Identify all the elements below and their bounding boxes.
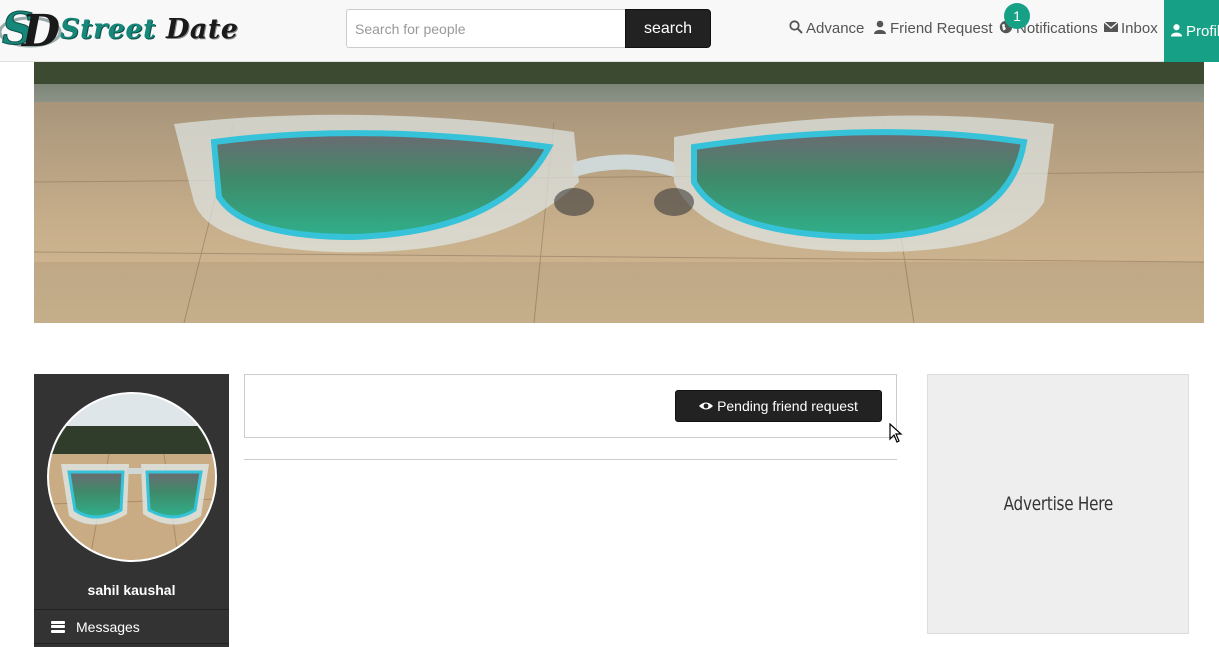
cover-photo bbox=[34, 62, 1204, 323]
search-icon bbox=[789, 19, 803, 37]
sidebar-item-messages[interactable]: Messages bbox=[34, 610, 229, 643]
brand-name: Street Date bbox=[60, 14, 239, 45]
eye-icon bbox=[699, 399, 714, 414]
sd-monogram-icon: S D bbox=[0, 4, 62, 56]
avatar[interactable] bbox=[47, 392, 217, 562]
advertisement-box[interactable]: Advertise Here bbox=[927, 374, 1189, 634]
notifications-badge: 1 bbox=[1004, 3, 1030, 29]
brand-logo[interactable]: S D Street Date bbox=[0, 0, 245, 58]
content-divider bbox=[244, 459, 897, 460]
envelope-icon bbox=[1103, 20, 1119, 36]
top-navbar: S D Street Date search Advance Friend Re… bbox=[0, 0, 1219, 62]
nav-inbox-label: Inbox bbox=[1121, 19, 1158, 37]
sidebar-item-label: Messages bbox=[76, 618, 140, 635]
nav-friend-request[interactable]: Friend Request bbox=[873, 0, 993, 56]
nav-friend-request-label: Friend Request bbox=[890, 19, 993, 37]
brand-name-part2: Date bbox=[165, 14, 239, 45]
search-input[interactable] bbox=[346, 9, 626, 48]
user-name: sahil kaushal bbox=[87, 582, 176, 598]
search-button[interactable]: search bbox=[625, 9, 711, 48]
svg-text:D: D bbox=[20, 6, 60, 56]
profile-sidebar: sahil kaushal Messages bbox=[34, 374, 229, 647]
pending-friend-request-button[interactable]: Pending friend request bbox=[675, 390, 882, 422]
nav-advance[interactable]: Advance bbox=[789, 0, 864, 56]
friend-request-panel: Pending friend request bbox=[244, 374, 897, 438]
nav-inbox[interactable]: Inbox bbox=[1103, 0, 1158, 56]
user-icon bbox=[873, 20, 887, 37]
brand-name-part1: Street bbox=[60, 14, 157, 45]
sidebar-divider bbox=[34, 643, 229, 644]
nav-profile-label: Profile bbox=[1186, 22, 1219, 40]
mouse-cursor-icon bbox=[889, 423, 903, 443]
user-icon bbox=[1170, 23, 1183, 40]
advertisement-label: Advertise Here bbox=[1003, 493, 1113, 515]
nav-advance-label: Advance bbox=[806, 19, 865, 37]
menu-icon bbox=[51, 620, 65, 633]
nav-profile[interactable]: Profile bbox=[1164, 0, 1219, 62]
pending-friend-request-label: Pending friend request bbox=[717, 398, 858, 414]
